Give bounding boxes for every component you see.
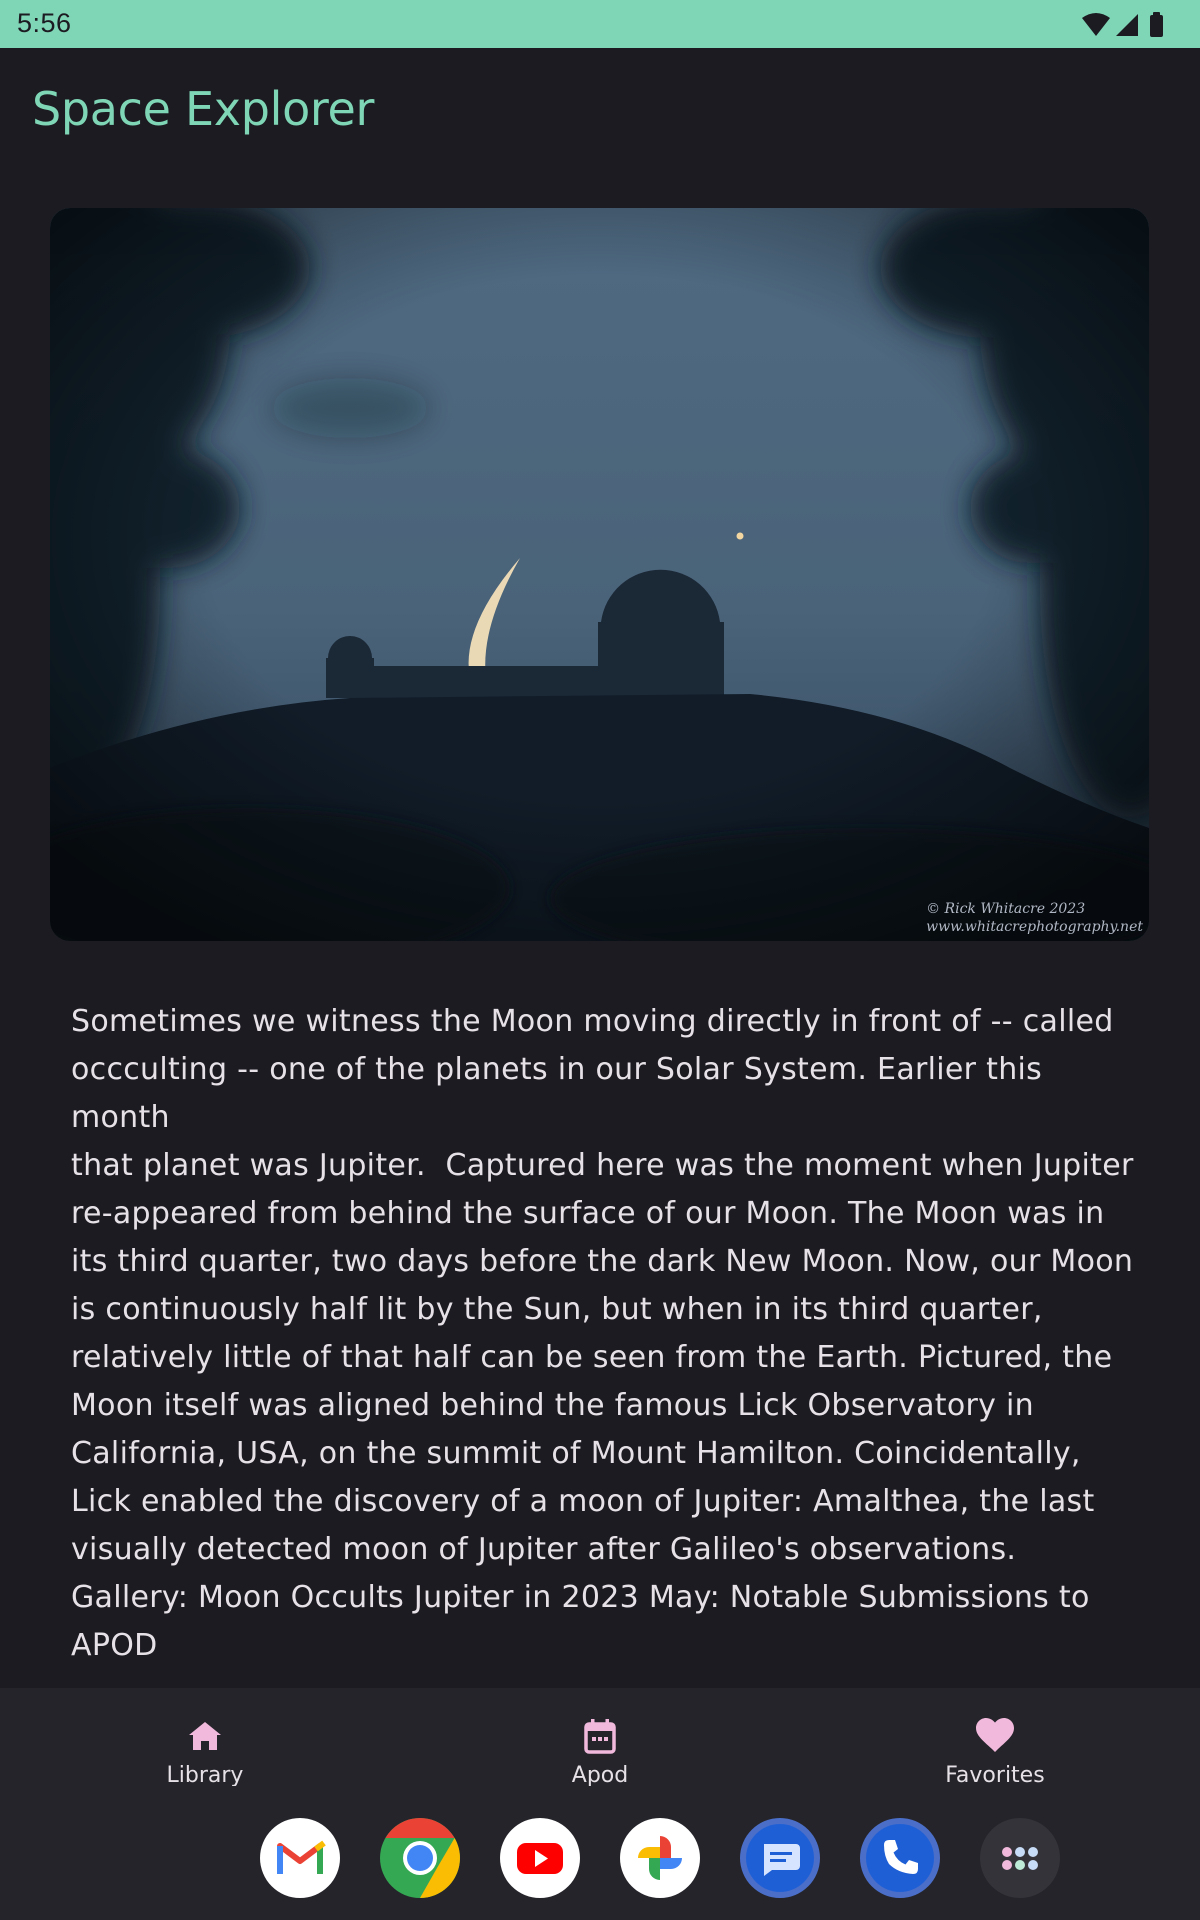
battery-icon xyxy=(1150,12,1163,37)
nav-item-favorites[interactable]: Favorites xyxy=(875,1714,1115,1794)
image-credit: © Rick Whitacre 2023 www.whitacrephotogr… xyxy=(926,900,1143,936)
app-dock xyxy=(0,1818,1200,1908)
nav-label-favorites: Favorites xyxy=(945,1763,1045,1786)
status-icons xyxy=(1082,12,1163,37)
gmail-icon[interactable] xyxy=(260,1818,340,1898)
heart-icon xyxy=(976,1718,1014,1752)
app-drawer-icon[interactable] xyxy=(980,1818,1060,1898)
youtube-icon[interactable] xyxy=(500,1818,580,1898)
chrome-icon[interactable] xyxy=(380,1818,460,1898)
nav-label-apod: Apod xyxy=(571,1763,629,1786)
apod-description: Sometimes we witness the Moon moving dir… xyxy=(71,1004,1134,1663)
apod-image: © Rick Whitacre 2023 www.whitacrephotogr… xyxy=(50,208,1149,941)
wifi-icon xyxy=(1082,13,1110,36)
home-icon xyxy=(189,1722,221,1750)
image-credit-line1: © Rick Whitacre 2023 xyxy=(926,901,1086,917)
nav-label-library: Library xyxy=(166,1763,244,1786)
phone-icon[interactable] xyxy=(860,1818,940,1898)
status-bar: 5:56 xyxy=(0,0,1200,48)
image-credit-line2: www.whitacrephotography.net xyxy=(926,919,1143,935)
app-title: Space Explorer xyxy=(32,82,375,136)
apod-photo xyxy=(50,208,1149,941)
status-time: 5:56 xyxy=(17,8,72,38)
photos-icon[interactable] xyxy=(620,1818,700,1898)
calendar-icon xyxy=(584,1719,616,1754)
messages-icon[interactable] xyxy=(740,1818,820,1898)
nav-item-apod[interactable]: Apod xyxy=(480,1714,720,1794)
nav-item-library[interactable]: Library xyxy=(85,1714,325,1794)
signal-icon xyxy=(1116,14,1138,36)
